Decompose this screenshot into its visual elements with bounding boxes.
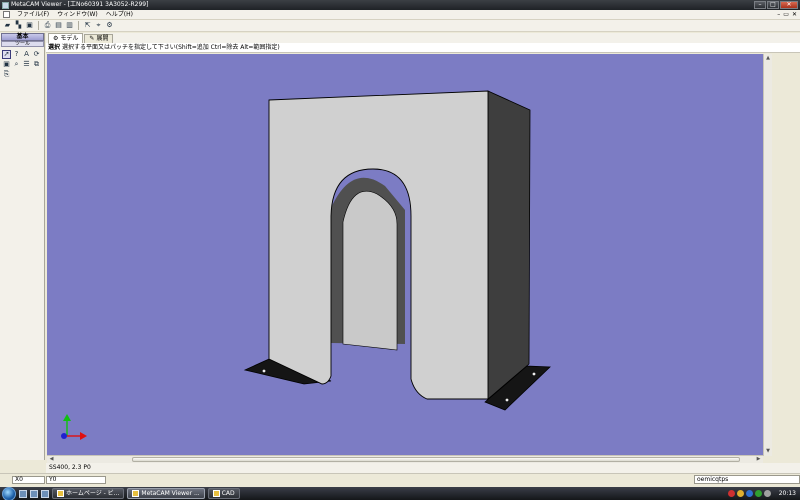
mdi-restore-button[interactable]: ▭ xyxy=(783,11,789,18)
task-metacam[interactable]: MetaCAM Viewer ... xyxy=(127,488,205,499)
tab-tools[interactable]: ツール xyxy=(1,41,44,47)
mdi-minimize-button[interactable]: – xyxy=(777,11,780,18)
metacam-icon xyxy=(132,490,140,497)
document-icon[interactable] xyxy=(3,11,10,18)
document-tabs: ⚙ モデル ✎ 展開 xyxy=(46,33,800,43)
model-viewport[interactable] xyxy=(47,54,763,456)
quicklaunch-folder-icon[interactable] xyxy=(41,489,49,498)
prompt-line: 選択 選択する平面又はパッチを指定して下さい(Shift=追加 Ctrl=除去 … xyxy=(46,43,800,53)
ie-icon xyxy=(57,490,64,497)
side-face xyxy=(487,90,531,400)
list-icon[interactable]: ☰ xyxy=(22,60,31,69)
left-panel: 基本 ツール ➚ ? A ⟳ ▣ ⌕ ☰ ⧉ ⎘ xyxy=(0,33,45,460)
tray-volume-icon[interactable] xyxy=(754,490,762,497)
vertical-scrollbar[interactable]: ▲ ▼ xyxy=(763,54,772,456)
scroll-up-icon[interactable]: ▲ xyxy=(764,54,772,63)
tray-security-icon[interactable] xyxy=(727,490,735,497)
menu-file[interactable]: ファイル(F) xyxy=(13,10,53,20)
rotate-icon[interactable]: ⟳ xyxy=(32,50,41,59)
folder-icon xyxy=(212,490,220,497)
clock[interactable]: 20:13 xyxy=(779,490,796,497)
task-cad-label: CAD xyxy=(221,490,235,497)
copy-icon[interactable]: ⎘ xyxy=(2,70,11,79)
start-button[interactable] xyxy=(2,486,16,500)
menu-help[interactable]: ヘルプ(H) xyxy=(102,10,137,20)
z-axis-origin xyxy=(61,433,67,439)
select-arrow-icon[interactable]: ➚ xyxy=(2,50,11,59)
export-icon[interactable]: ⇱ xyxy=(83,21,92,30)
horizontal-scroll-thumb[interactable] xyxy=(132,457,740,462)
hole xyxy=(262,369,266,373)
mdi-close-button[interactable]: ✕ xyxy=(792,11,797,18)
arch-back-wall xyxy=(342,190,398,351)
tray-network-icon[interactable] xyxy=(745,490,753,497)
mdi-controls: – ▭ ✕ xyxy=(777,11,797,18)
window-title: MetaCAM Viewer - [工No60391 3A3052-R299] xyxy=(11,1,149,8)
window-icon[interactable]: ▣ xyxy=(2,60,11,69)
scroll-down-icon[interactable]: ▼ xyxy=(764,447,772,456)
prompt-mode: 選択 xyxy=(48,44,61,51)
tool-palette: ➚ ? A ⟳ ▣ ⌕ ☰ ⧉ ⎘ xyxy=(2,50,44,79)
x-axis-arrow xyxy=(80,432,87,440)
main-toolbar: ▰ ▚ ▣ ⎙ ▤ ▥ ⇱ ⌖ ⚙ xyxy=(0,20,800,32)
user-name-field: oemicqtps xyxy=(694,475,800,484)
tray-battery-icon[interactable] xyxy=(763,490,771,497)
menu-window[interactable]: ウィンドウ(W) xyxy=(53,10,102,20)
hole xyxy=(505,398,509,402)
open-multi-icon[interactable]: ▚ xyxy=(14,21,23,30)
window-controls: – □ ✕ xyxy=(754,1,798,9)
material-info: SS400, 2.3 P0 xyxy=(46,463,800,473)
horizontal-scrollbar[interactable]: ◀ ▶ xyxy=(47,455,763,463)
x-coordinate-field[interactable]: X0 xyxy=(12,476,45,484)
system-tray: 20:13 xyxy=(727,487,800,500)
hole xyxy=(532,372,536,376)
text-icon[interactable]: A xyxy=(22,50,31,59)
zoom-icon[interactable]: ⌕ xyxy=(12,60,21,69)
pencil-icon: ✎ xyxy=(89,35,95,42)
measure-icon[interactable]: ⌖ xyxy=(94,21,103,30)
y-coordinate-field[interactable]: Y0 xyxy=(46,476,106,484)
toolbar-separator xyxy=(38,21,39,30)
minimize-button[interactable]: – xyxy=(754,1,766,9)
quicklaunch-ie-icon[interactable] xyxy=(30,489,38,498)
quicklaunch-desktop-icon[interactable] xyxy=(19,489,27,498)
tray-ime-icon[interactable] xyxy=(736,490,744,497)
prompt-text: 選択する平面又はパッチを指定して下さい(Shift=追加 Ctrl=除去 Alt… xyxy=(61,44,280,51)
tab-model-label: モデル xyxy=(60,34,79,42)
task-homepage-label: ホームページ - ビ... xyxy=(66,490,120,497)
page-setup-icon[interactable]: ▥ xyxy=(65,21,74,30)
close-button[interactable]: ✕ xyxy=(780,1,798,9)
y-axis-arrow xyxy=(63,414,71,421)
settings-icon[interactable]: ⚙ xyxy=(105,21,114,30)
scroll-right-icon[interactable]: ▶ xyxy=(754,456,763,463)
model-canvas[interactable] xyxy=(47,54,763,456)
gear-icon: ⚙ xyxy=(53,34,59,42)
tab-unfold[interactable]: ✎ 展開 xyxy=(84,34,114,43)
save-icon[interactable]: ▣ xyxy=(25,21,34,30)
tab-unfold-label: 展開 xyxy=(96,35,109,42)
task-cad[interactable]: CAD xyxy=(207,488,240,499)
taskbar: ホームページ - ビ... MetaCAM Viewer ... CAD 20:… xyxy=(0,486,800,500)
menu-bar: ファイル(F) ウィンドウ(W) ヘルプ(H) – ▭ ✕ xyxy=(0,10,800,20)
print-icon[interactable]: ⎙ xyxy=(43,21,52,30)
coordinate-bar: X0 Y0 oemicqtps xyxy=(0,473,800,487)
material-text: SS400, 2.3 P0 xyxy=(49,464,91,471)
scroll-left-icon[interactable]: ◀ xyxy=(47,456,56,463)
help-arrow-icon[interactable]: ? xyxy=(12,50,21,59)
task-homepage[interactable]: ホームページ - ビ... xyxy=(52,488,125,499)
tab-basic[interactable]: 基本 xyxy=(1,33,44,41)
print-preview-icon[interactable]: ▤ xyxy=(54,21,63,30)
layers-icon[interactable]: ⧉ xyxy=(32,60,41,69)
toolbar-separator xyxy=(78,21,79,30)
maximize-button[interactable]: □ xyxy=(767,1,779,9)
title-bar: MetaCAM Viewer - [工No60391 3A3052-R299] … xyxy=(0,0,800,10)
app-icon xyxy=(2,1,9,9)
open-folder-icon[interactable]: ▰ xyxy=(3,21,12,30)
tab-model[interactable]: ⚙ モデル xyxy=(48,33,84,43)
task-metacam-label: MetaCAM Viewer ... xyxy=(141,490,200,497)
